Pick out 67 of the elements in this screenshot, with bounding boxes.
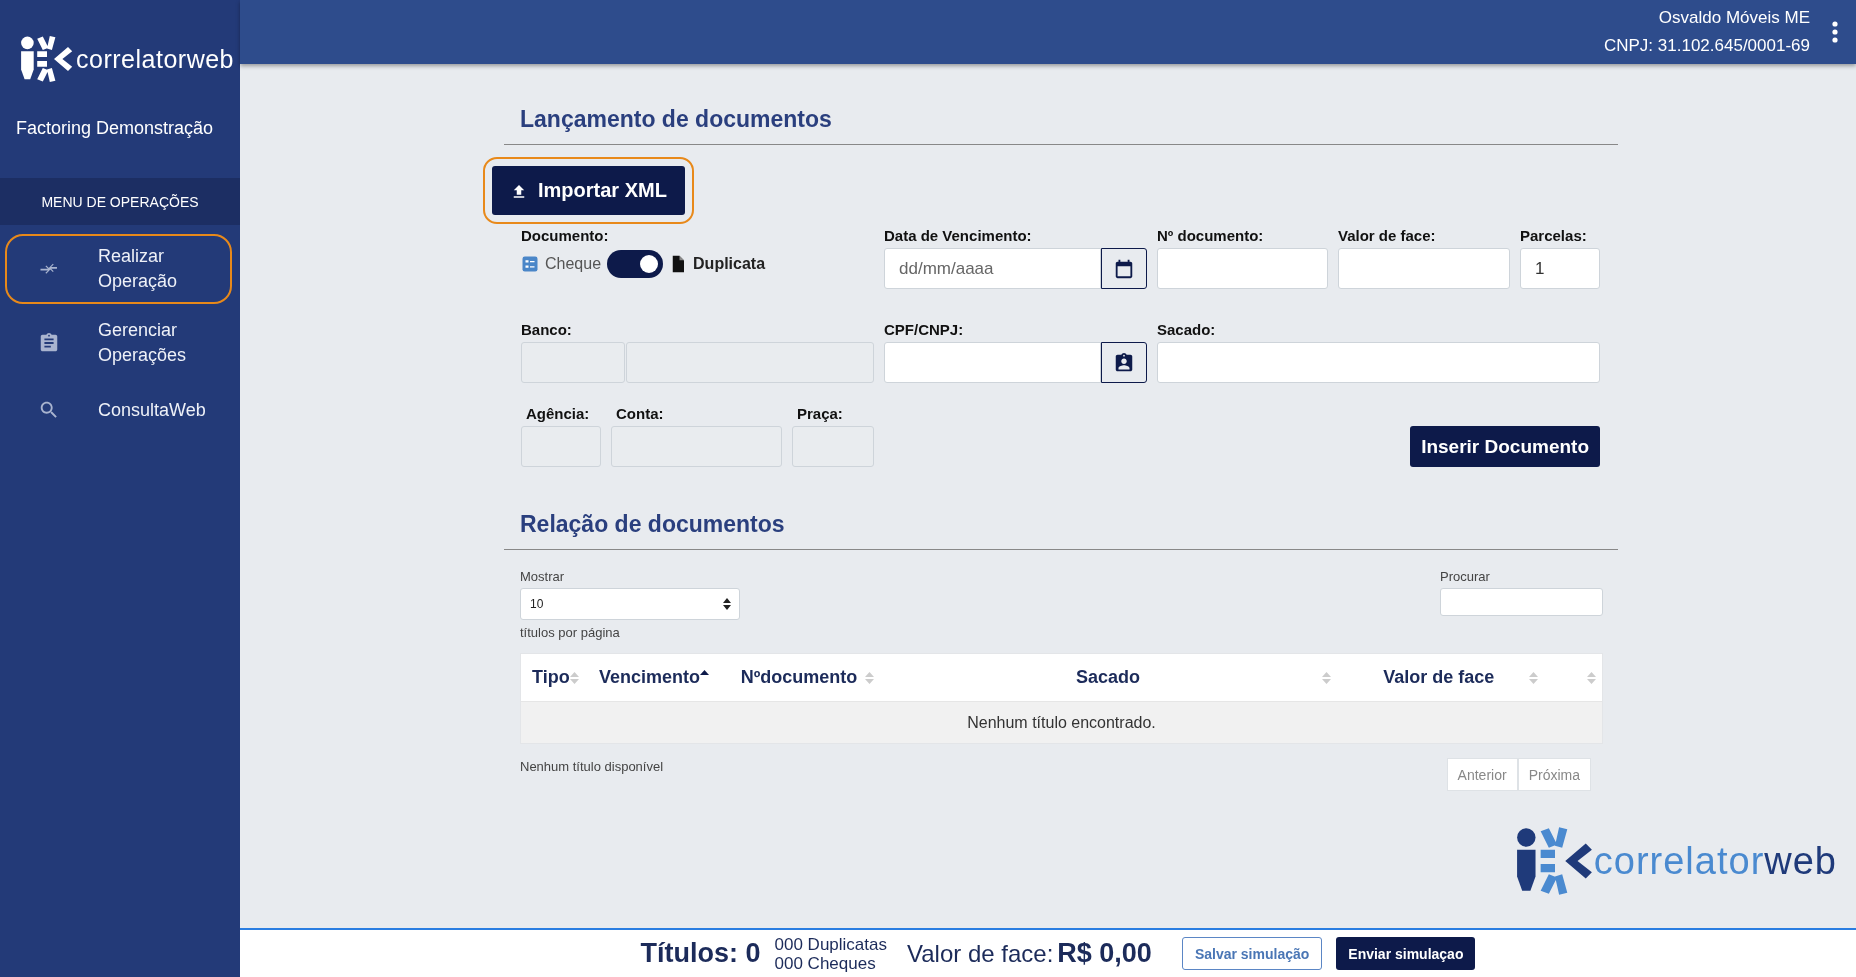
- sidebar-item[interactable]: ConsultaWeb: [5, 382, 232, 438]
- id-badge-icon: [1113, 351, 1135, 374]
- field-label: Valor de face:: [1338, 226, 1437, 246]
- field-label: Sacado:: [1157, 320, 1217, 340]
- sort-icon: [1587, 670, 1596, 685]
- contact-card-button[interactable]: [1101, 342, 1147, 383]
- sort-icon: [569, 670, 579, 685]
- column-header[interactable]: Sacado: [882, 654, 1338, 701]
- client-cnpj: CNPJ: 31.102.645/0001-69: [1603, 35, 1810, 57]
- search-field[interactable]: [1440, 588, 1603, 616]
- more-options-icon[interactable]: [1832, 21, 1838, 43]
- input-field[interactable]: dd/mm/aaaa: [884, 248, 1101, 289]
- insert-document-button[interactable]: Inserir Documento: [1410, 426, 1600, 467]
- sort-caret-icon: [723, 598, 731, 610]
- save-simulation-button[interactable]: Salvar simulação: [1181, 937, 1323, 970]
- calendar-icon: [1113, 257, 1135, 280]
- input-field[interactable]: [1157, 248, 1328, 289]
- sort-ascending-icon: [699, 670, 709, 675]
- list-icon: [521, 255, 539, 273]
- table-info: Nenhum título disponível: [520, 758, 664, 776]
- option-label: Cheque: [545, 255, 602, 273]
- import-xml-button[interactable]: Importar XML: [492, 166, 685, 215]
- face-value-total: R$ 0,00: [1057, 938, 1152, 969]
- option-label: Duplicata: [693, 255, 766, 273]
- field-label: Conta:: [615, 404, 665, 424]
- field-label: Banco:: [521, 320, 573, 340]
- sidebar-item[interactable]: Realizar Operação: [5, 234, 232, 304]
- empty-table-message: Nenhum título encontrado.: [521, 701, 1602, 743]
- field-label: Agência:: [525, 404, 591, 424]
- brand-logo-text: correlatorweb: [76, 44, 234, 74]
- section-title: Relação de documentos: [504, 509, 1618, 550]
- field-label: Data de Vencimento:: [884, 226, 1033, 246]
- cheques-count: 000 Cheques: [774, 953, 877, 973]
- search-icon: [38, 399, 60, 421]
- field-label: CPF/CNPJ:: [884, 320, 965, 340]
- page-size-select[interactable]: 10: [520, 588, 740, 620]
- sidebar-item[interactable]: Gerenciar Operações: [5, 315, 232, 371]
- clipboard-icon: [38, 332, 60, 354]
- field-label: Procurar: [1440, 568, 1491, 585]
- menu-heading: MENU DE OPERAÇÕES: [0, 178, 240, 225]
- field-label: Praça:: [796, 404, 844, 424]
- column-header[interactable]: Tipo: [521, 654, 588, 701]
- field-label: Mostrar: [520, 568, 566, 585]
- field-label: Parcelas:: [1520, 226, 1588, 246]
- client-name: Osvaldo Móveis ME: [1657, 7, 1810, 29]
- sort-icon: [1529, 670, 1539, 685]
- input-field[interactable]: 1: [1520, 248, 1600, 289]
- column-header[interactable]: Nºdocumento: [729, 654, 883, 701]
- company-name: Factoring Demonstração: [15, 118, 215, 140]
- field-label: Documento:: [521, 226, 610, 246]
- input-field[interactable]: [1338, 248, 1510, 289]
- input-field[interactable]: [1157, 342, 1600, 383]
- face-value-label: Valor de face:: [907, 939, 1054, 968]
- sort-icon: [865, 670, 875, 685]
- toggle-switch[interactable]: [607, 250, 664, 278]
- send-simulation-button[interactable]: Enviar simulaçao: [1336, 937, 1476, 970]
- input-field[interactable]: [884, 342, 1101, 383]
- field-label: títulos por página: [520, 624, 621, 641]
- brand-logo-text: correlatorweb: [1593, 839, 1837, 883]
- section-title: Lançamento de documentos: [504, 104, 1618, 145]
- titles-count: Títulos: 0: [640, 938, 761, 969]
- field-label: Nº documento:: [1157, 226, 1265, 246]
- column-header[interactable]: Valor de face: [1337, 654, 1545, 701]
- duplicatas-count: 000 Duplicatas: [774, 934, 887, 954]
- calendar-button[interactable]: [1101, 248, 1147, 289]
- sort-icon: [1322, 670, 1332, 685]
- column-header[interactable]: Vencimento: [587, 654, 730, 701]
